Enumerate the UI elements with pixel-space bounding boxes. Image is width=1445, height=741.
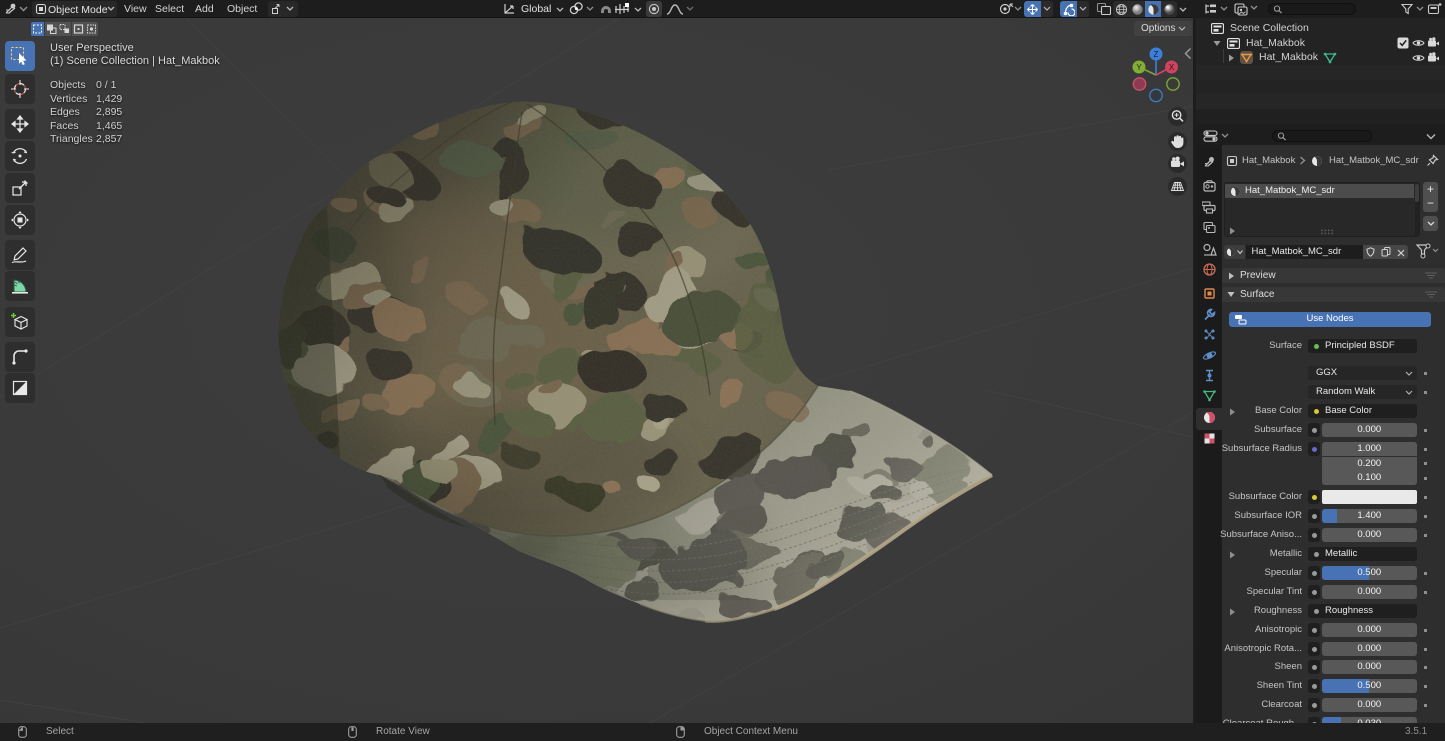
svg-text:Y: Y	[1136, 63, 1142, 72]
svg-text:X: X	[1169, 63, 1175, 72]
svg-text:Z: Z	[1154, 50, 1159, 59]
